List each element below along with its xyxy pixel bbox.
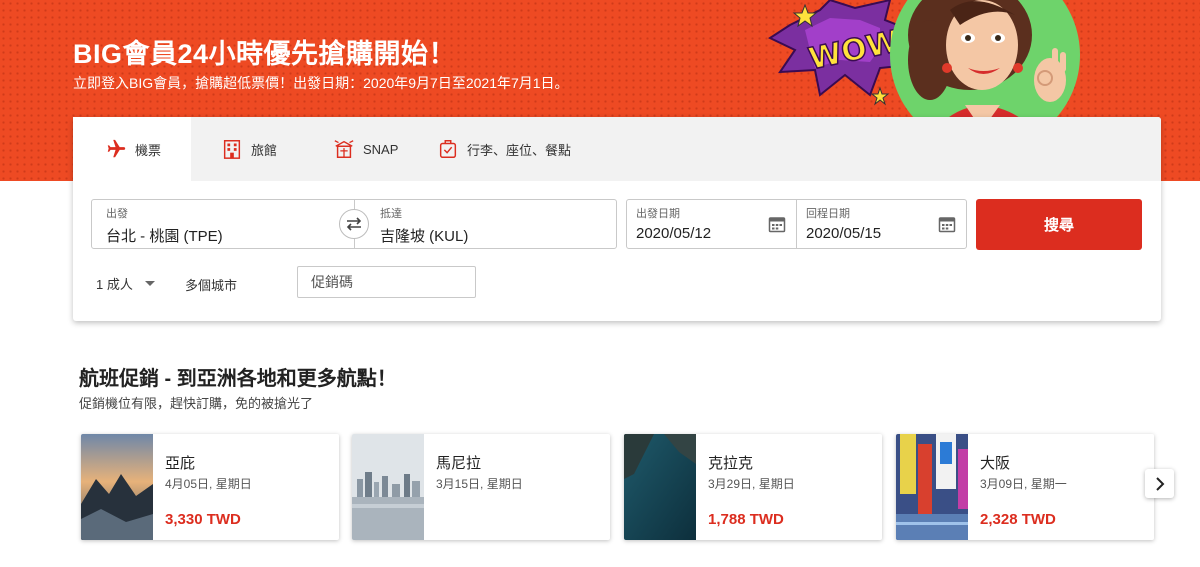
origin-label: 出發 <box>106 208 128 220</box>
destination-label: 抵達 <box>380 208 402 220</box>
deal-card-osaka[interactable]: 大阪 3月09日, 星期一 2,328 TWD <box>896 434 1154 540</box>
return-date-field[interactable]: 回程日期 2020/05/15 <box>796 199 967 249</box>
carousel-next-button[interactable] <box>1145 469 1174 498</box>
deals-title: 航班促銷 - 到亞洲各地和更多航點！ <box>79 368 397 390</box>
airplane-icon <box>107 139 126 158</box>
return-date-label: 回程日期 <box>806 208 850 220</box>
tab-snap[interactable]: SNAP <box>333 117 398 181</box>
chevron-right-icon <box>1155 476 1164 491</box>
deal-date: 3月15日, 星期日 <box>436 477 523 491</box>
tab-label: SNAP <box>363 141 399 157</box>
search-button[interactable]: 搜尋 <box>976 199 1142 250</box>
deal-city: 馬尼拉 <box>436 455 482 472</box>
swap-icon <box>346 217 362 231</box>
hotel-icon <box>223 140 241 159</box>
promo-code-input[interactable] <box>297 266 476 298</box>
deal-price: 2,328 TWD <box>980 511 1056 528</box>
banner-subtitle: 立即登入BIG會員，搶購超低票價！出發日期：2020年9月7日至2021年7月1… <box>73 75 569 91</box>
tab-label: 行李、座位、餐點 <box>467 142 572 158</box>
booking-tabs: 機票 旅館 SNAP 行李、座位、餐點 <box>73 117 1161 181</box>
deal-card-kota-kinabalu[interactable]: 亞庇 4月05日, 星期日 3,330 TWD <box>81 434 339 540</box>
return-date-value: 2020/05/15 <box>806 225 882 242</box>
tab-hotels[interactable]: 旅館 <box>221 117 277 181</box>
banner-title: BIG會員24小時優先搶購開始！ <box>73 39 457 69</box>
caret-down-icon <box>144 281 155 286</box>
passenger-count: 1 成人 <box>96 277 133 292</box>
deal-price: 1,788 TWD <box>708 511 784 528</box>
destination-photo <box>896 434 968 540</box>
calendar-icon <box>768 217 786 233</box>
destination-value: 吉隆坡 (KUL) <box>380 228 469 245</box>
tab-flights[interactable]: 機票 <box>73 117 191 181</box>
tab-label: 機票 <box>135 142 162 158</box>
destination-photo <box>624 434 696 540</box>
deal-date: 3月09日, 星期一 <box>980 477 1067 491</box>
tab-label: 旅館 <box>251 142 278 158</box>
deal-price: 3,330 TWD <box>165 511 241 528</box>
deal-card-manila[interactable]: 馬尼拉 3月15日, 星期日 <box>352 434 610 540</box>
depart-date-field[interactable]: 出發日期 2020/05/12 <box>626 199 797 249</box>
depart-date-label: 出發日期 <box>636 208 680 220</box>
calendar-icon <box>938 217 956 233</box>
destination-photo <box>81 434 153 540</box>
booking-widget: 機票 旅館 SNAP 行李、座位、餐點 出發 台北 - 桃園 (TPE) 抵達 … <box>73 117 1161 321</box>
deal-city: 亞庇 <box>165 455 196 472</box>
tab-addons[interactable]: 行李、座位、餐點 <box>437 117 571 181</box>
destination-photo <box>352 434 424 540</box>
multi-city-link[interactable]: 多個城市 <box>185 275 237 294</box>
deals-subtitle: 促銷機位有限，趕快訂購，免的被搶光了 <box>79 396 314 411</box>
deal-date: 3月29日, 星期日 <box>708 477 795 491</box>
passenger-selector[interactable]: 1 成人 <box>96 274 155 293</box>
luggage-icon <box>439 140 457 158</box>
depart-date-value: 2020/05/12 <box>636 225 712 242</box>
deal-city: 大阪 <box>980 455 1011 472</box>
origin-field[interactable]: 出發 台北 - 桃園 (TPE) <box>91 199 355 249</box>
deal-city: 克拉克 <box>708 455 754 472</box>
snap-icon <box>334 140 354 158</box>
origin-value: 台北 - 桃園 (TPE) <box>106 228 223 245</box>
deal-card-clark[interactable]: 克拉克 3月29日, 星期日 1,788 TWD <box>624 434 882 540</box>
destination-field[interactable]: 抵達 吉隆坡 (KUL) <box>354 199 617 249</box>
swap-button[interactable] <box>339 209 369 239</box>
deal-date: 4月05日, 星期日 <box>165 477 252 491</box>
